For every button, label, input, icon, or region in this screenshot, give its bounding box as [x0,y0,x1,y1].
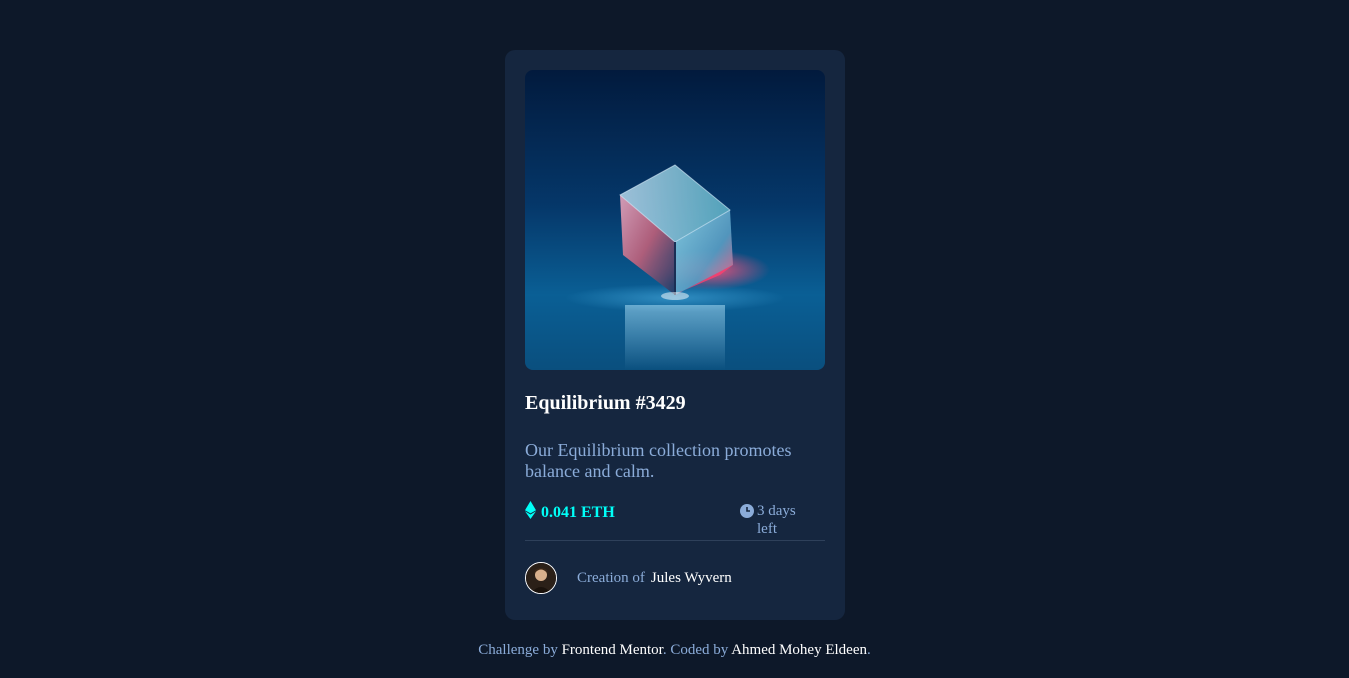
clock-icon [740,502,754,523]
crystal-cube-artwork [565,164,785,370]
creation-label: Creation of [577,570,645,586]
price-value: 0.041 ETH [541,504,615,521]
footer-suffix: . [867,642,871,658]
equilibrium-image[interactable] [525,70,825,370]
time-remaining: 3 days left [740,502,807,538]
nft-card: Equilibrium #3429 Our Equilibrium collec… [505,50,845,620]
creator-name-link[interactable]: Jules Wyvern [651,568,732,588]
card-title[interactable]: Equilibrium #3429 [525,390,686,416]
footer-middle: . Coded by [662,642,729,658]
footer-prefix: Challenge by [478,642,558,658]
ethereum-icon [525,501,536,525]
creator-row: Creation of Jules Wyvern [525,562,732,594]
card-description: Our Equilibrium collection promotes bala… [525,440,792,481]
frontend-mentor-link[interactable]: Frontend Mentor [562,642,663,658]
price: 0.041 ETH [525,501,615,525]
author-link[interactable]: Ahmed Mohey Eldeen [731,642,867,658]
time-left-text: 3 days left [757,503,796,537]
avatar [525,562,557,594]
divider [525,540,825,541]
attribution-footer: Challenge by Frontend Mentor. Coded by A… [0,640,1349,660]
